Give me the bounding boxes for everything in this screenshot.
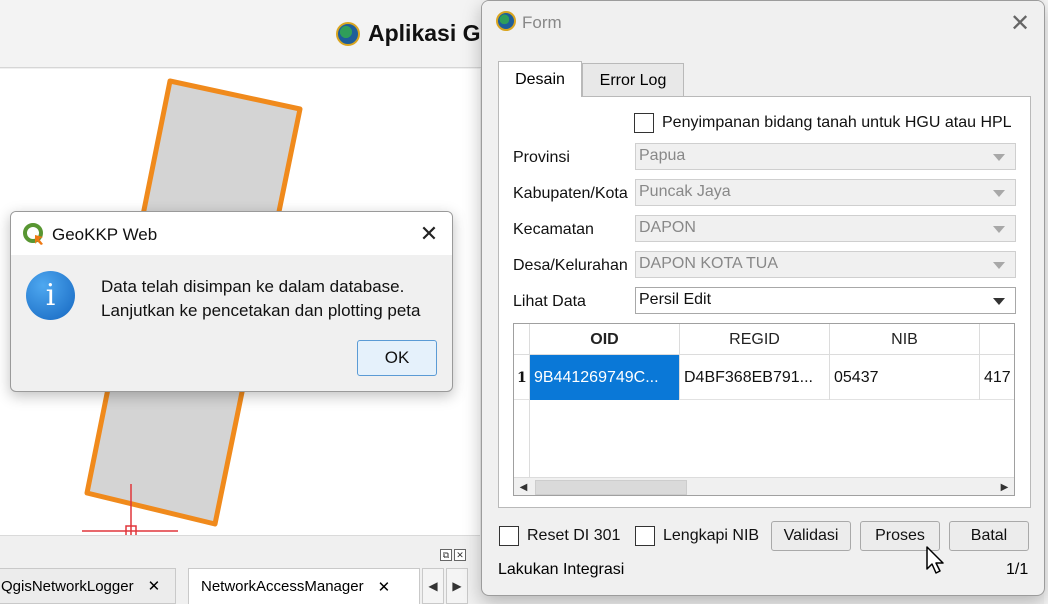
status-text: Lakukan Integrasi (498, 561, 625, 578)
row-header-area (514, 400, 530, 478)
tab-label: NetworkAccessManager (201, 578, 364, 595)
provinsi-select[interactable]: Papua (635, 143, 1016, 170)
batal-button[interactable]: Batal (949, 521, 1029, 551)
page-indicator: 1/1 (1006, 561, 1029, 578)
kecamatan-value: DAPON (639, 219, 696, 236)
chevron-down-icon (993, 298, 1005, 305)
column-header-extra[interactable] (980, 324, 1014, 355)
dock-close-icon[interactable]: ✕ (454, 549, 466, 561)
message-dialog: GeoKKP Web ✕ i Data telah disimpan ke da… (10, 211, 453, 392)
cell-regid[interactable]: D4BF368EB791... (680, 355, 830, 400)
validasi-button[interactable]: Validasi (771, 521, 851, 551)
cell-oid[interactable]: 9B441269749C... (530, 355, 680, 400)
tab-qgis-network-logger[interactable]: QgisNetworkLogger ✕ (0, 568, 176, 604)
tab-label: Error Log (599, 72, 667, 89)
dock-float-icon[interactable]: ⧉ (440, 549, 452, 561)
desa-select[interactable]: DAPON KOTA TUA (635, 251, 1016, 278)
column-header-regid[interactable]: REGID (680, 324, 830, 355)
tab-scroll-left-icon[interactable]: ◀ (422, 568, 444, 604)
qgis-icon (23, 223, 43, 245)
message-text-line1: Data telah disimpan ke dalam database. (101, 277, 405, 296)
chevron-down-icon (993, 226, 1005, 233)
lihat-data-label: Lihat Data (513, 293, 586, 310)
lihat-data-value: Persil Edit (639, 291, 712, 308)
provinsi-label: Provinsi (513, 149, 570, 166)
mouse-cursor-icon (926, 546, 944, 574)
form-titlebar: Form ✕ (482, 1, 1044, 43)
form-title: Form (522, 13, 562, 32)
provinsi-value: Papua (639, 147, 686, 164)
main-title-text: Aplikasi G (368, 20, 481, 46)
info-icon: i (26, 271, 75, 320)
form-dialog: Form ✕ Desain Error Log Penyimpanan bida… (481, 0, 1045, 596)
kabupaten-value: Puncak Jaya (639, 183, 731, 200)
desa-label: Desa/Kelurahan (513, 257, 628, 274)
cell-extra[interactable]: 417 (980, 355, 1014, 400)
cell-nib[interactable]: 05437 (830, 355, 980, 400)
chevron-down-icon (993, 262, 1005, 269)
globe-icon (496, 11, 516, 31)
message-text-line2: Lanjutkan ke pencetakan dan plotting pet… (101, 301, 421, 320)
close-icon[interactable]: ✕ (1006, 9, 1034, 37)
column-header-nib[interactable]: NIB (830, 324, 980, 355)
desain-panel: Penyimpanan bidang tanah untuk HGU atau … (498, 96, 1031, 508)
reset-di301-label: Reset DI 301 (527, 527, 621, 544)
message-titlebar: GeoKKP Web ✕ (11, 212, 452, 255)
tab-desain[interactable]: Desain (498, 61, 582, 97)
data-table[interactable]: OID REGID NIB 1 9B441269749C... D4BF368E… (513, 323, 1015, 496)
tab-network-access-manager[interactable]: NetworkAccessManager ✕ (188, 568, 420, 604)
ok-button[interactable]: OK (357, 340, 437, 376)
kabupaten-select[interactable]: Puncak Jaya (635, 179, 1016, 206)
tab-error-log[interactable]: Error Log (582, 63, 684, 98)
kabupaten-label: Kabupaten/Kota (513, 185, 628, 202)
tab-label: QgisNetworkLogger (1, 577, 134, 595)
reset-di301-checkbox[interactable] (499, 526, 519, 546)
scrollbar-thumb[interactable] (535, 480, 687, 495)
lengkapi-nib-label: Lengkapi NIB (663, 527, 760, 544)
main-title: Aplikasi G (336, 20, 480, 47)
hgu-checkbox[interactable] (634, 113, 654, 133)
horizontal-scrollbar[interactable]: ◀ ▶ (514, 477, 1014, 495)
dock-splitter[interactable] (0, 535, 480, 543)
bottom-tab-bar: QgisNetworkLogger ✕ NetworkAccessManager… (0, 568, 480, 604)
table-row[interactable]: 1 9B441269749C... D4BF368EB791... 05437 … (514, 355, 1014, 400)
close-icon[interactable]: ✕ (148, 577, 161, 595)
globe-icon (336, 21, 360, 46)
message-title: GeoKKP Web (52, 225, 158, 244)
chevron-down-icon (993, 154, 1005, 161)
chevron-down-icon (993, 190, 1005, 197)
desa-value: DAPON KOTA TUA (639, 255, 778, 272)
kecamatan-label: Kecamatan (513, 221, 594, 238)
lengkapi-nib-checkbox[interactable] (635, 526, 655, 546)
scroll-left-icon[interactable]: ◀ (514, 478, 533, 495)
hgu-checkbox-label: Penyimpanan bidang tanah untuk HGU atau … (662, 114, 1012, 131)
close-icon[interactable]: ✕ (378, 578, 391, 596)
row-number[interactable]: 1 (514, 355, 530, 400)
column-header-oid[interactable]: OID (530, 324, 680, 355)
table-corner[interactable] (514, 324, 530, 355)
tab-label: Desain (515, 70, 565, 88)
lihat-data-select[interactable]: Persil Edit (635, 287, 1016, 314)
scroll-right-icon[interactable]: ▶ (995, 478, 1014, 495)
kecamatan-select[interactable]: DAPON (635, 215, 1016, 242)
table-header: OID REGID NIB (514, 324, 1014, 355)
tab-scroll-right-icon[interactable]: ▶ (446, 568, 468, 604)
dock-buttons: ⧉ ✕ (440, 549, 466, 561)
close-icon[interactable]: ✕ (415, 220, 443, 248)
